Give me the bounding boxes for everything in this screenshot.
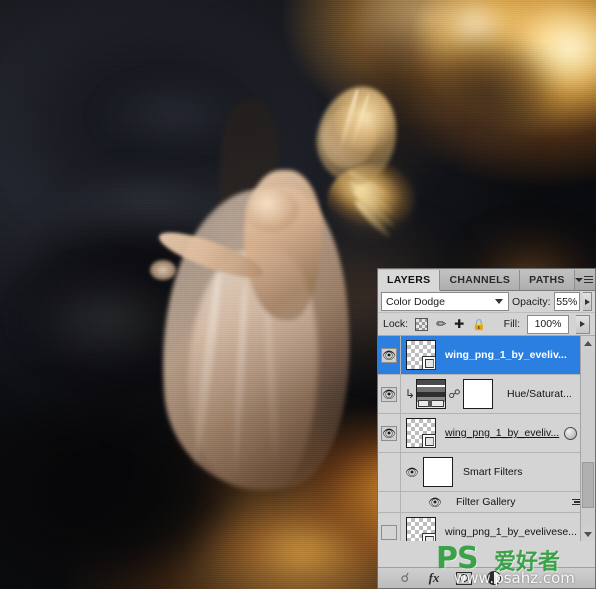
panel-tab-bar[interactable]: LAYERS CHANNELS PATHS	[378, 269, 595, 291]
scroll-up-arrow-icon[interactable]	[581, 336, 595, 350]
table-row[interactable]: 👁 wing_png_1_by_eveliv...	[378, 414, 595, 453]
smart-filter-globe-icon[interactable]	[564, 427, 577, 440]
layer-visibility-cell[interactable]	[378, 513, 401, 541]
eye-icon[interactable]: 👁	[381, 426, 397, 441]
lock-row[interactable]: Lock: ✏ ✚ 🔒 Fill: 100%	[378, 313, 595, 336]
lock-label: Lock:	[383, 318, 408, 330]
layer-thumbnail[interactable]	[406, 517, 436, 541]
layers-bottom-toolbar[interactable]: ☌ fx	[378, 567, 595, 588]
smart-filters-row[interactable]: 👁 Smart Filters	[378, 453, 595, 492]
opacity-label: Opacity:	[512, 296, 551, 308]
panel-menu-icon[interactable]	[575, 273, 591, 286]
add-layer-mask-icon[interactable]	[456, 571, 472, 586]
layer-name[interactable]: wing_png_1_by_eveliv...	[445, 427, 564, 439]
row-indent	[378, 453, 401, 491]
opacity-input[interactable]: 55%	[554, 292, 581, 311]
smart-object-badge-icon	[422, 434, 436, 448]
scrollbar-track[interactable]	[581, 350, 595, 527]
fill-label: Fill:	[504, 318, 520, 330]
chevron-down-icon	[495, 299, 503, 304]
adjustment-thumbnail[interactable]	[416, 379, 446, 409]
layer-thumbnail[interactable]	[406, 418, 436, 448]
screenshot-root: LAYERS CHANNELS PATHS Color Dodge Opacit…	[0, 0, 596, 589]
chevron-right-icon	[585, 299, 590, 305]
tab-layers[interactable]: LAYERS	[378, 270, 440, 291]
layer-list[interactable]: 👁 wing_png_1_by_eveliv... 👁 ↳ ☍ Hue/Satu…	[378, 336, 595, 541]
smart-filters-label: Smart Filters	[463, 466, 523, 478]
fill-spinner-button[interactable]	[576, 315, 590, 334]
table-row[interactable]: wing_png_1_by_evelivese...	[378, 513, 595, 541]
table-row[interactable]: 👁 ↳ ☍ Hue/Saturat...	[378, 375, 595, 414]
layer-name[interactable]: wing_png_1_by_eveliv...	[445, 349, 595, 361]
row-indent	[378, 492, 401, 512]
fill-input[interactable]: 100%	[527, 315, 569, 334]
scroll-down-arrow-icon[interactable]	[581, 527, 595, 541]
tab-paths[interactable]: PATHS	[520, 270, 575, 290]
new-adjustment-layer-icon[interactable]	[486, 571, 502, 586]
filter-effect-row[interactable]: 👁 Filter Gallery	[378, 492, 595, 513]
clipping-mask-arrow-icon: ↳	[405, 388, 416, 400]
lock-all-icon[interactable]: 🔒	[472, 318, 486, 331]
eye-icon[interactable]: 👁	[381, 348, 397, 363]
layer-style-fx-icon[interactable]: fx	[426, 571, 442, 586]
layer-list-scrollbar[interactable]	[580, 336, 595, 541]
scrollbar-thumb[interactable]	[582, 462, 594, 508]
link-layers-icon[interactable]: ☌	[396, 571, 412, 586]
smart-object-badge-icon	[422, 356, 436, 370]
layer-visibility-cell[interactable]: 👁	[378, 414, 401, 452]
eye-icon-off[interactable]	[381, 525, 397, 540]
layers-panel[interactable]: LAYERS CHANNELS PATHS Color Dodge Opacit…	[377, 268, 596, 589]
menu-lines-icon	[584, 276, 593, 284]
lock-image-pixels-icon[interactable]: ✏	[436, 317, 446, 331]
blend-mode-row[interactable]: Color Dodge Opacity: 55%	[378, 291, 595, 313]
layer-visibility-cell[interactable]: 👁	[378, 375, 401, 413]
eye-icon[interactable]: 👁	[381, 387, 397, 402]
smart-filter-mask-thumbnail[interactable]	[423, 457, 453, 487]
lock-buttons-group[interactable]: ✏ ✚ 🔒	[415, 317, 486, 331]
layer-thumbnail[interactable]	[406, 340, 436, 370]
chevron-right-icon	[580, 321, 585, 327]
layer-visibility-cell[interactable]: 👁	[378, 336, 401, 374]
layer-mask-thumbnail[interactable]	[463, 379, 493, 409]
layer-name[interactable]: wing_png_1_by_evelivese...	[445, 526, 595, 538]
adjustment-slider-icon	[418, 400, 444, 407]
blend-mode-value: Color Dodge	[386, 296, 495, 308]
table-row[interactable]: 👁 wing_png_1_by_eveliv...	[378, 336, 595, 375]
lock-transparent-pixels-icon[interactable]	[415, 318, 428, 331]
smart-object-badge-icon	[422, 533, 436, 541]
chevron-down-icon	[575, 278, 583, 282]
link-mask-icon[interactable]: ☍	[450, 386, 459, 402]
filter-name: Filter Gallery	[456, 496, 516, 508]
blend-mode-select[interactable]: Color Dodge	[381, 292, 509, 311]
lock-position-icon[interactable]: ✚	[454, 317, 464, 331]
opacity-spinner-button[interactable]	[583, 292, 592, 311]
smart-filters-visibility[interactable]: 👁	[401, 466, 423, 479]
tab-channels[interactable]: CHANNELS	[440, 270, 520, 290]
filter-visibility-icon[interactable]: 👁	[424, 496, 446, 509]
